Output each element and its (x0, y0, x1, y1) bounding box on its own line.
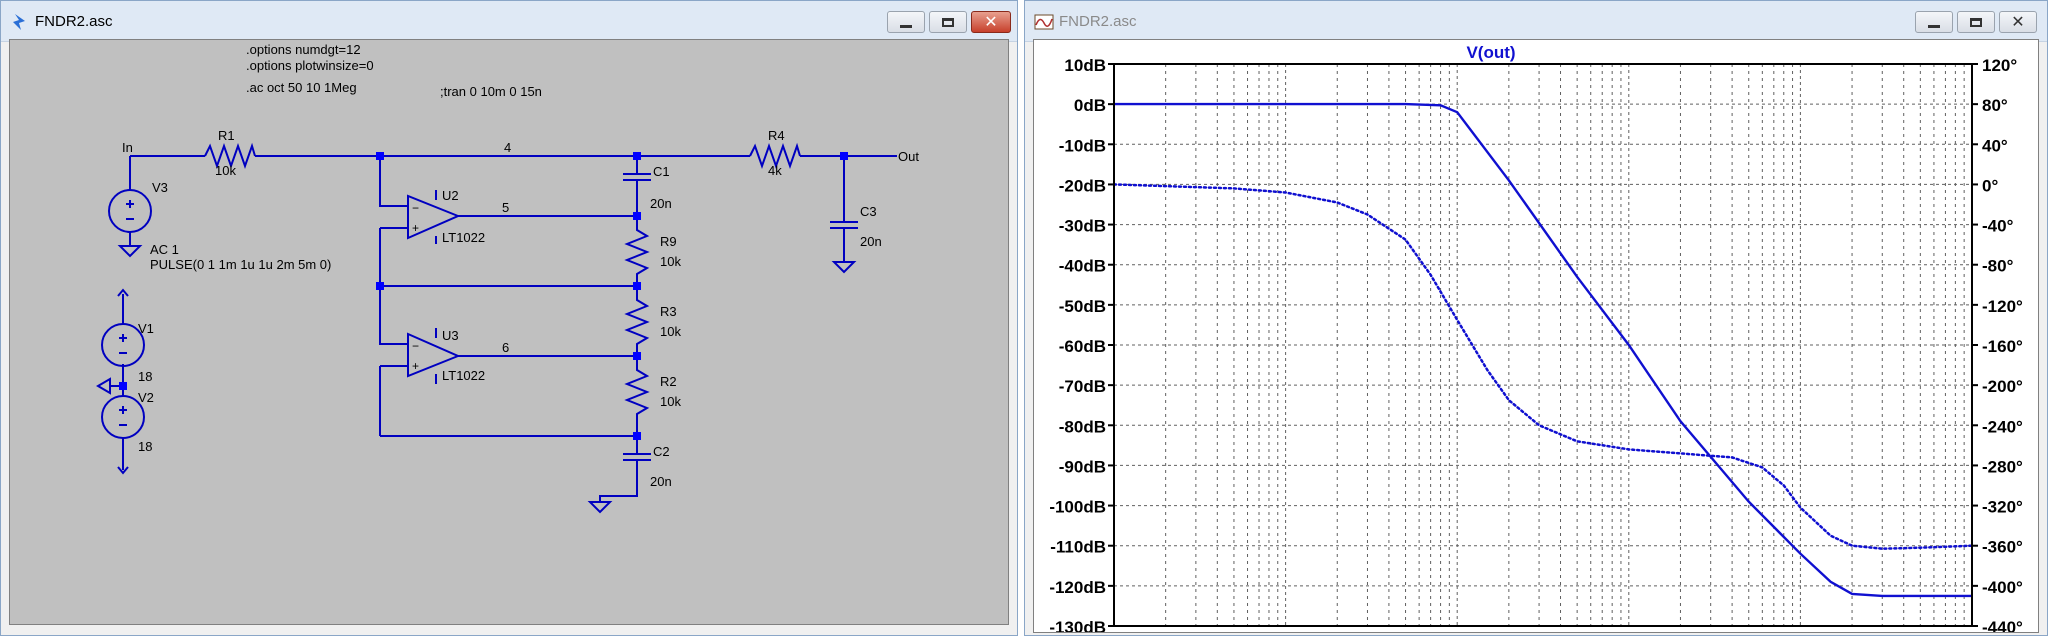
y-left-tick-label: -80dB (1059, 417, 1106, 436)
y-right-tick-label: -280° (1982, 457, 2023, 476)
y-left-tick-label: -130dB (1049, 618, 1106, 633)
v2-value: 18 (138, 439, 152, 454)
y-left-tick-label: -120dB (1049, 578, 1106, 597)
y-right-tick-label: -320° (1982, 498, 2023, 517)
y-left-tick-label: -60dB (1059, 337, 1106, 356)
r1-value: 10k (215, 163, 236, 178)
y-right-tick-label: -400° (1982, 578, 2023, 597)
ltspice-schematic-icon (13, 14, 25, 30)
schematic-window[interactable]: FNDR2.asc ✕ − + − + .options numdgt=12 .… (0, 0, 1018, 636)
r1-name: R1 (218, 128, 235, 143)
y-left-tick-label: 0dB (1074, 96, 1106, 115)
c3-name: C3 (860, 204, 877, 219)
net-label-5: 5 (502, 200, 509, 215)
y-right-tick-label: -360° (1982, 538, 2023, 557)
net-label-in: In (122, 140, 133, 155)
net-label-4: 4 (504, 140, 511, 155)
svg-text:+: + (412, 221, 419, 235)
net-label-out: Out (898, 149, 919, 164)
c2-name: C2 (653, 444, 670, 459)
r2-value: 10k (660, 394, 681, 409)
net-label-6: 6 (502, 340, 509, 355)
waveform-titlebar[interactable]: FNDR2.asc ✕ (1025, 1, 2047, 42)
y-left-tick-label: 10dB (1064, 56, 1106, 75)
v3-symbol (108, 189, 152, 233)
y-right-tick-label: -40° (1982, 217, 2014, 236)
directive-plotwinsize: .options plotwinsize=0 (246, 58, 374, 73)
magnitude-trace[interactable] (1114, 102, 1972, 598)
y-right-tick-label: -160° (1982, 337, 2023, 356)
y-left-tick-label: -10dB (1059, 136, 1106, 155)
schematic-window-title: FNDR2.asc (35, 13, 113, 30)
schematic-titlebar[interactable]: FNDR2.asc ✕ (1, 1, 1017, 42)
directive-numdgt: .options numdgt=12 (246, 42, 361, 57)
u2-model: LT1022 (442, 230, 485, 245)
maximize-icon (942, 17, 954, 27)
y-right-tick-label: 80° (1982, 96, 2008, 115)
schematic-canvas[interactable]: − + − + .options numdgt=12 .options plotwi… (9, 39, 1009, 625)
r9-value: 10k (660, 254, 681, 269)
plot-canvas[interactable]: 10dB 0dB -10dB -20dB -30dB -40dB -50dB -60dB -70… (1033, 39, 2039, 633)
close-icon: ✕ (984, 12, 998, 31)
ltspice-waveform-icon (1034, 14, 1054, 30)
bode-plot[interactable]: 10dB 0dB -10dB -20dB -30dB -40dB -50dB -60dB -70… (1034, 40, 2039, 633)
phase-trace[interactable] (1112, 183, 1974, 550)
v3-value-ac: AC 1 (150, 242, 179, 257)
svg-text:−: − (412, 339, 419, 353)
c1-value: 20n (650, 196, 672, 211)
u3-name: U3 (442, 328, 459, 343)
c3-value: 20n (860, 234, 882, 249)
trace-label[interactable]: V(out) (1466, 43, 1515, 62)
r3-name: R3 (660, 304, 677, 319)
y-right-tick-label: 40° (1982, 136, 2008, 155)
y-right-tick-label: 0° (1982, 176, 1998, 195)
u2-name: U2 (442, 188, 459, 203)
v1-value: 18 (138, 369, 152, 384)
maximize-icon (1970, 17, 1982, 27)
r3-value: 10k (660, 324, 681, 339)
directive-tran: ;tran 0 10m 0 15n (440, 84, 542, 99)
y-right-tick-label: -440° (1982, 618, 2023, 633)
close-icon: ✕ (2011, 12, 2025, 31)
c2-value: 20n (650, 474, 672, 489)
r4-name: R4 (768, 128, 785, 143)
svg-text:+: + (412, 359, 419, 373)
y-left-tick-label: -20dB (1059, 176, 1106, 195)
y-right-tick-label: -200° (1982, 377, 2023, 396)
v1-name: V1 (138, 321, 154, 336)
minimize-button[interactable] (887, 11, 925, 33)
r4-value: 4k (768, 163, 782, 178)
plot-minimize-button[interactable] (1915, 11, 1953, 33)
y-right-tick-label: -120° (1982, 297, 2023, 316)
waveform-window[interactable]: FNDR2.asc ✕ 10dB 0dB -10dB -20dB -30dB -40dB -… (1024, 0, 2048, 636)
y-left-tick-label: -70dB (1059, 377, 1106, 396)
minimize-icon (900, 24, 912, 28)
c1-name: C1 (653, 164, 670, 179)
v2-name: V2 (138, 390, 154, 405)
r9-name: R9 (660, 234, 677, 249)
minimize-icon (1928, 24, 1940, 28)
plot-close-button[interactable]: ✕ (1999, 11, 2037, 33)
directive-ac: .ac oct 50 10 1Meg (246, 80, 357, 95)
v3-name: V3 (152, 180, 168, 195)
maximize-button[interactable] (929, 11, 967, 33)
u3-model: LT1022 (442, 368, 485, 383)
close-button[interactable]: ✕ (971, 11, 1011, 33)
y-left-tick-label: -110dB (1050, 538, 1106, 557)
r2-name: R2 (660, 374, 677, 389)
waveform-window-title: FNDR2.asc (1059, 13, 1137, 30)
y-right-tick-label: 120° (1982, 56, 2017, 75)
y-left-tick-label: -30dB (1059, 217, 1106, 236)
y-right-tick-label: -80° (1982, 257, 2014, 276)
y-left-tick-label: -90dB (1059, 457, 1106, 476)
y-right-tick-label: -240° (1982, 417, 2023, 436)
svg-text:−: − (412, 201, 419, 215)
y-left-tick-label: -50dB (1059, 297, 1106, 316)
plot-maximize-button[interactable] (1957, 11, 1995, 33)
schematic-drawing: − + − + .options numdgt=12 .options plotwi… (96, 42, 919, 514)
y-left-tick-label: -100dB (1049, 498, 1106, 517)
y-left-tick-label: -40dB (1059, 257, 1106, 276)
v3-value-pulse: PULSE(0 1 1m 1u 1u 2m 5m 0) (150, 257, 331, 272)
